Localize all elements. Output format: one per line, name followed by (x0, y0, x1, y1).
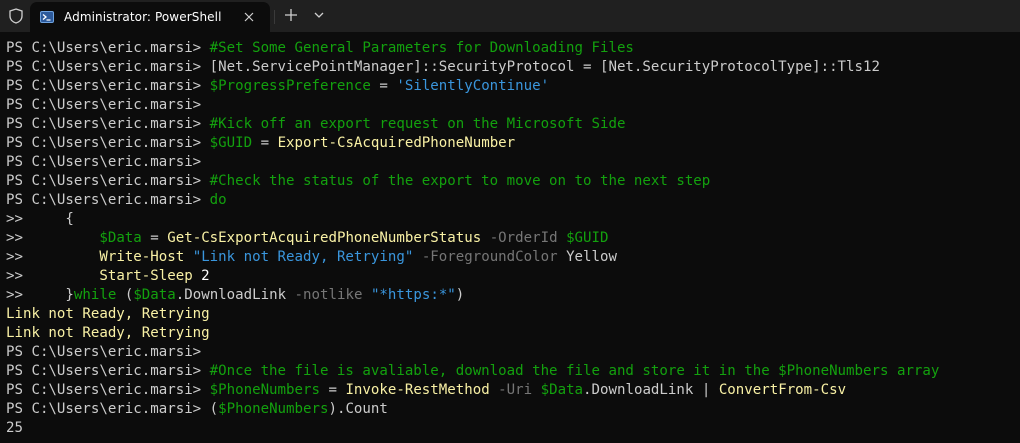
terminal-text: while (73, 287, 117, 303)
terminal-text: 25 (6, 420, 23, 436)
terminal-text: $PhoneNumbers (218, 401, 329, 417)
terminal-text: ( (116, 287, 134, 303)
terminal-text: Write-Host (99, 249, 185, 265)
terminal-line: >> $Data = Get-CsExportAcquiredPhoneNumb… (6, 229, 1020, 248)
terminal-text: PS C:\Users\eric.marsi> (6, 97, 202, 113)
terminal-line: PS C:\Users\eric.marsi> do (6, 191, 1020, 210)
terminal-text: do (209, 192, 227, 208)
powershell-icon (40, 10, 54, 24)
terminal-line: PS C:\Users\eric.marsi> $ProgressPrefere… (6, 77, 1020, 96)
titlebar-divider (274, 10, 275, 24)
terminal-line: Link not Ready, Retrying (6, 305, 1020, 324)
tab-title: Administrator: PowerShell (64, 10, 222, 24)
terminal-text: PS C:\Users\eric.marsi> (6, 401, 210, 417)
terminal-text: .DownloadLink (175, 287, 295, 303)
plus-icon[interactable] (284, 8, 300, 24)
terminal-text: = (319, 382, 346, 398)
terminal-text: Start-Sleep (99, 268, 193, 284)
terminal-text: PS C:\Users\eric.marsi> (6, 192, 210, 208)
terminal-text: "*https:*" (370, 287, 456, 303)
terminal-text: $Data (133, 287, 176, 303)
terminal-line: PS C:\Users\eric.marsi> $PhoneNumbers = … (6, 381, 1020, 400)
terminal-line: >> { (6, 210, 1020, 229)
terminal-text: >> } (6, 287, 74, 303)
terminal-text: #Kick off an export request on the Micro… (209, 116, 626, 132)
terminal-text: = (141, 230, 168, 246)
terminal-text: PS C:\Users\eric.marsi> (6, 40, 210, 56)
terminal-text: = (252, 135, 278, 151)
terminal-text: #Set Some General Parameters for Downloa… (209, 40, 634, 56)
terminal-text: -Uri (489, 382, 541, 398)
terminal-text: >> (6, 249, 100, 265)
terminal-line: Link not Ready, Retrying (6, 324, 1020, 343)
terminal-text: PS C:\Users\eric.marsi> (6, 78, 210, 94)
terminal-text: ).Count (328, 401, 388, 417)
terminal-text: = (370, 78, 397, 94)
terminal-text: Export-CsAcquiredPhoneNumber (277, 135, 516, 151)
terminal-line: PS C:\Users\eric.marsi> #Once the file i… (6, 362, 1020, 381)
terminal-line: PS C:\Users\eric.marsi> (6, 343, 1020, 362)
terminal-text: PS C:\Users\eric.marsi> (6, 59, 210, 75)
terminal-text: Link not Ready, Retrying (6, 306, 210, 322)
terminal-text: >> (6, 268, 100, 284)
terminal-output[interactable]: PS C:\Users\eric.marsi> #Set Some Genera… (0, 32, 1020, 443)
terminal-text: "Link not Ready, Retrying" (192, 249, 414, 265)
terminal-line: PS C:\Users\eric.marsi> (6, 153, 1020, 172)
terminal-line: PS C:\Users\eric.marsi> $GUID = Export-C… (6, 134, 1020, 153)
terminal-text: $Data (540, 382, 584, 398)
terminal-line: PS C:\Users\eric.marsi> ($PhoneNumbers).… (6, 400, 1020, 419)
terminal-text: ) (455, 287, 465, 303)
title-bar: Administrator: PowerShell (0, 0, 1020, 32)
terminal-text: 2 (192, 268, 210, 284)
terminal-text: PS C:\Users\eric.marsi> (6, 173, 210, 189)
terminal-text: 'SilentlyContinue' (396, 78, 550, 94)
terminal-text: Link not Ready, Retrying (6, 325, 210, 341)
terminal-text: Yellow (566, 249, 617, 265)
terminal-text: #Check the status of the export to move … (209, 173, 711, 189)
terminal-text: PS C:\Users\eric.marsi> (6, 116, 210, 132)
close-icon[interactable] (242, 10, 256, 24)
terminal-text: Invoke-RestMethod (345, 382, 490, 398)
terminal-line: PS C:\Users\eric.marsi> (6, 96, 1020, 115)
terminal-text: >> { (6, 211, 74, 227)
terminal-text: PS C:\Users\eric.marsi> (6, 382, 210, 398)
shield-icon[interactable] (7, 7, 25, 25)
terminal-line: >> Write-Host "Link not Ready, Retrying"… (6, 248, 1020, 267)
terminal-line: PS C:\Users\eric.marsi> [Net.ServicePoin… (6, 58, 1020, 77)
terminal-text: ( (209, 401, 219, 417)
chevron-down-icon[interactable] (313, 9, 327, 23)
terminal-line: PS C:\Users\eric.marsi> #Kick off an exp… (6, 115, 1020, 134)
terminal-text: PS C:\Users\eric.marsi> (6, 135, 210, 151)
terminal-text: $GUID (209, 135, 253, 151)
terminal-text: -OrderId (481, 230, 567, 246)
terminal-text: $PhoneNumbers (209, 382, 320, 398)
terminal-text: PS C:\Users\eric.marsi> (6, 154, 202, 170)
terminal-line: >> Start-Sleep 2 (6, 267, 1020, 286)
terminal-text: .DownloadLink | (583, 382, 719, 398)
terminal-text: Get-CsExportAcquiredPhoneNumberStatus (167, 230, 482, 246)
terminal-text: -notlike (294, 287, 363, 303)
terminal-text: PS C:\Users\eric.marsi> (6, 363, 210, 379)
terminal-line: >> }while ($Data.DownloadLink -notlike "… (6, 286, 1020, 305)
terminal-text: ConvertFrom-Csv (718, 382, 847, 398)
terminal-line: 25 (6, 419, 1020, 438)
terminal-line: PS C:\Users\eric.marsi> #Check the statu… (6, 172, 1020, 191)
terminal-text: $ProgressPreference (209, 78, 371, 94)
terminal-text: $GUID (566, 230, 609, 246)
terminal-text: #Once the file is avaliable, download th… (209, 363, 940, 379)
terminal-text: [Net.ServicePointManager]::SecurityProto… (209, 59, 880, 75)
terminal-line: PS C:\Users\eric.marsi> #Set Some Genera… (6, 39, 1020, 58)
tab-powershell[interactable]: Administrator: PowerShell (30, 2, 270, 32)
terminal-text: >> (6, 230, 100, 246)
terminal-text: PS C:\Users\eric.marsi> (6, 344, 202, 360)
terminal-text: -ForegroundColor (413, 249, 567, 265)
terminal-text: $Data (99, 230, 142, 246)
